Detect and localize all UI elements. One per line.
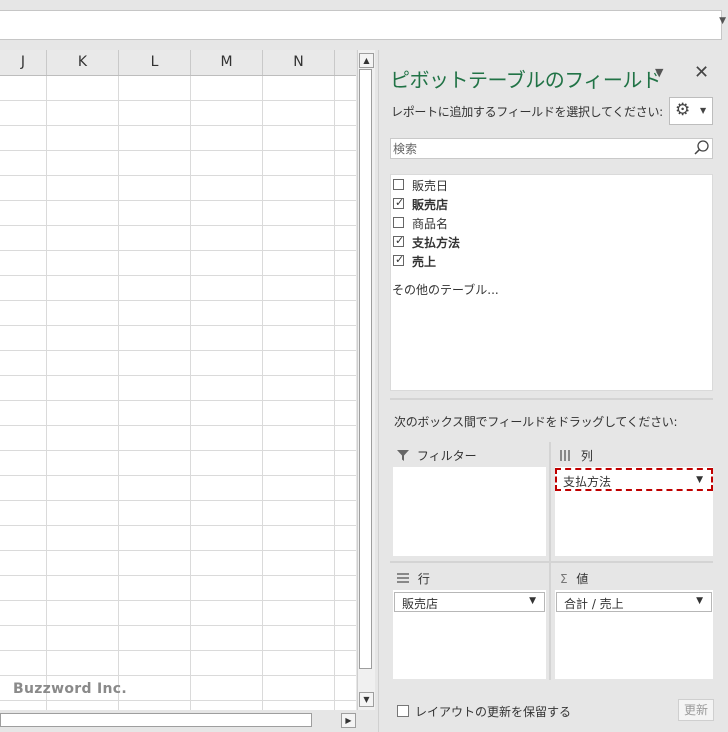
grid-row-line xyxy=(0,375,356,376)
field-label: 支払方法 xyxy=(412,236,461,250)
rows-icon xyxy=(397,573,409,583)
choose-fields-label: レポートに追加するフィールドを選択してください: xyxy=(391,105,663,119)
grid-row-line xyxy=(0,225,356,226)
column-field-pill[interactable]: 支払方法 ▼ xyxy=(555,468,713,491)
defer-update-label[interactable]: レイアウトの更新を保留する xyxy=(415,703,571,720)
gear-icon: ⚙ xyxy=(675,100,691,120)
grid-row-line xyxy=(0,475,356,476)
vertical-scroll-thumb[interactable] xyxy=(359,69,372,669)
section-divider[interactable] xyxy=(390,398,713,400)
field-label: 販売日 xyxy=(412,179,449,193)
filter-icon xyxy=(397,450,409,461)
column-header-m[interactable]: M xyxy=(191,50,263,75)
field-checkbox[interactable]: ✓ xyxy=(393,234,405,247)
field-checkbox[interactable] xyxy=(393,179,404,190)
field-label: 商品名 xyxy=(412,217,449,231)
close-icon[interactable]: ✕ xyxy=(694,62,709,83)
sigma-icon: Σ xyxy=(560,572,568,586)
watermark: Buzzword Inc. xyxy=(13,681,127,697)
field-checkbox[interactable]: ✓ xyxy=(393,253,405,266)
scroll-up-button[interactable]: ▲ xyxy=(359,53,374,68)
grid-row-line xyxy=(0,200,356,201)
filter-area-title: フィルター xyxy=(416,449,477,463)
rows-area-title: 行 xyxy=(417,572,430,586)
columns-area-title: 列 xyxy=(580,449,593,463)
grid-column-line xyxy=(262,76,263,710)
grid-row-line xyxy=(0,625,356,626)
pill-label: 支払方法 xyxy=(563,475,612,489)
filter-area-header: フィルター xyxy=(397,447,477,464)
field-checkbox[interactable] xyxy=(393,217,404,228)
grid-row-line xyxy=(0,600,356,601)
drag-fields-label: 次のボックス間でフィールドをドラッグしてください: xyxy=(394,415,678,429)
rows-area-header: 行 xyxy=(397,570,430,587)
columns-icon xyxy=(560,450,570,461)
column-header-partial[interactable] xyxy=(335,50,356,75)
chevron-down-icon[interactable]: ▼ xyxy=(655,66,663,79)
formula-input[interactable] xyxy=(0,10,722,40)
area-divider-horizontal xyxy=(390,561,713,563)
grid-row-line xyxy=(0,700,356,701)
field-checkbox[interactable]: ✓ xyxy=(393,196,405,209)
grid-row-line xyxy=(0,550,356,551)
horizontal-scroll-thumb[interactable] xyxy=(0,713,312,727)
grid-row-line xyxy=(0,250,356,251)
worksheet-grid[interactable] xyxy=(0,76,356,710)
pill-label: 合計 / 売上 xyxy=(564,597,624,611)
column-header-k[interactable]: K xyxy=(47,50,119,75)
grid-row-line xyxy=(0,325,356,326)
grid-row-line xyxy=(0,425,356,426)
column-header-row: J K L M N xyxy=(0,50,356,76)
grid-row-line xyxy=(0,350,356,351)
scroll-right-button[interactable]: ▶ xyxy=(341,713,356,728)
grid-row-line xyxy=(0,675,356,676)
grid-row-line xyxy=(0,125,356,126)
checkmark-icon: ✓ xyxy=(395,253,405,266)
search-input[interactable]: 検索 xyxy=(390,138,713,159)
grid-column-line xyxy=(118,76,119,710)
column-header-l[interactable]: L xyxy=(119,50,191,75)
grid-row-line xyxy=(0,300,356,301)
defer-update-checkbox[interactable] xyxy=(397,705,409,717)
column-header-n[interactable]: N xyxy=(263,50,335,75)
grid-row-line xyxy=(0,650,356,651)
grid-row-line xyxy=(0,525,356,526)
chevron-down-icon[interactable]: ▼ xyxy=(696,475,703,485)
columns-area-header: 列 xyxy=(560,447,593,464)
formula-expand-icon[interactable]: ▼ xyxy=(719,16,726,26)
field-label: 販売店 xyxy=(412,198,449,212)
chevron-down-icon: ▼ xyxy=(700,106,707,115)
grid-column-line xyxy=(190,76,191,710)
settings-button[interactable]: ⚙ ▼ xyxy=(669,97,713,125)
search-placeholder: 検索 xyxy=(393,142,418,156)
grid-row-line xyxy=(0,175,356,176)
grid-row-line xyxy=(0,500,356,501)
grid-row-line xyxy=(0,400,356,401)
grid-row-line xyxy=(0,150,356,151)
grid-column-line xyxy=(46,76,47,710)
grid-row-line xyxy=(0,450,356,451)
chevron-down-icon[interactable]: ▼ xyxy=(529,596,536,606)
values-area-title: 値 xyxy=(576,572,589,586)
search-icon[interactable] xyxy=(693,139,711,161)
panel-title: ピボットテーブルのフィールド xyxy=(390,68,662,92)
column-header-j[interactable]: J xyxy=(0,50,47,75)
filter-drop-zone[interactable] xyxy=(393,467,546,556)
checkmark-icon: ✓ xyxy=(395,234,405,247)
field-label: 売上 xyxy=(412,255,437,269)
grid-column-line xyxy=(334,76,335,710)
grid-row-line xyxy=(0,100,356,101)
checkmark-icon: ✓ xyxy=(395,196,405,209)
more-tables-link[interactable]: その他のテーブル... xyxy=(392,281,499,298)
field-list: 販売日 ✓ 販売店 商品名 ✓ 支払方法 ✓ 売上 その他のテーブル... xyxy=(390,174,713,391)
values-area-header: Σ 値 xyxy=(560,570,588,587)
chevron-down-icon[interactable]: ▼ xyxy=(696,596,703,606)
scroll-down-button[interactable]: ▼ xyxy=(359,692,374,707)
update-button[interactable]: 更新 xyxy=(678,699,714,721)
value-field-pill[interactable]: 合計 / 売上 ▼ xyxy=(556,592,712,612)
row-field-pill[interactable]: 販売店 ▼ xyxy=(394,592,545,612)
grid-row-line xyxy=(0,275,356,276)
pill-label: 販売店 xyxy=(402,597,439,611)
grid-row-line xyxy=(0,575,356,576)
